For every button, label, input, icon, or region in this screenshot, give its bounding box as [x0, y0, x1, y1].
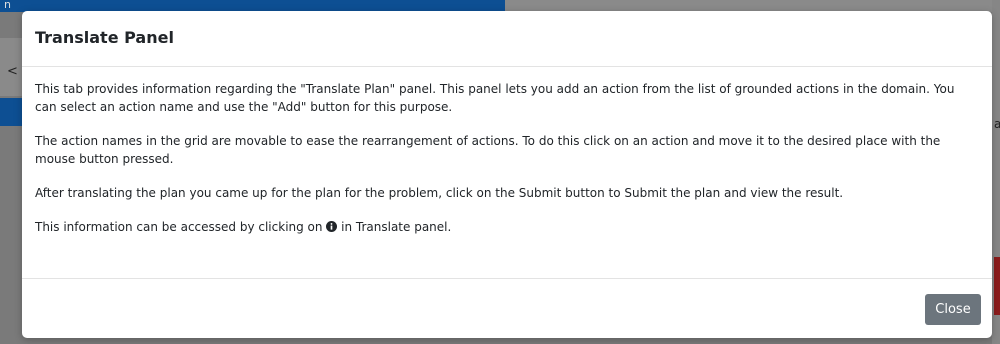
background-left-text: n	[4, 0, 11, 11]
help-paragraph-rearrange: The action names in the grid are movable…	[35, 134, 941, 166]
modal-header: Translate Panel	[22, 11, 992, 67]
background-left-tab	[0, 98, 22, 126]
background-right-button	[994, 257, 1000, 315]
close-button[interactable]: Close	[925, 294, 981, 325]
translate-panel-modal: Translate Panel This tab provides inform…	[22, 11, 992, 338]
help-paragraph-add-action: This tab provides information regarding …	[35, 82, 955, 114]
modal-body: This tab provides information regarding …	[22, 68, 992, 280]
info-line-before: This information can be accessed by clic…	[35, 220, 327, 234]
info-circle-icon	[326, 221, 338, 232]
modal-title: Translate Panel	[35, 28, 174, 47]
modal-footer: Close	[22, 278, 992, 338]
help-paragraph-submit: After translating the plan you came up f…	[35, 186, 844, 200]
background-chevron-left-icon: <	[7, 64, 18, 79]
background-right-text: a	[994, 117, 1000, 131]
info-line-after: in Translate panel.	[337, 220, 452, 234]
help-paragraph-info: This information can be accessed by clic…	[35, 218, 978, 236]
